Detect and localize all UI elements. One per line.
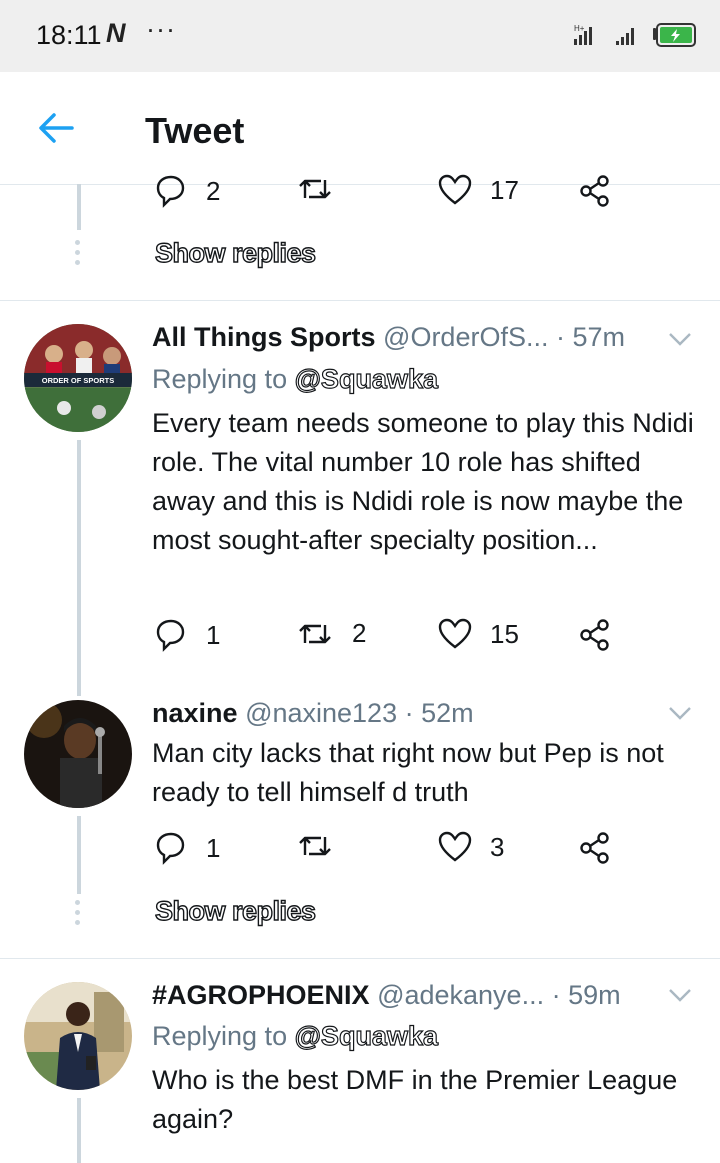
display-name[interactable]: naxine (152, 698, 238, 728)
status-time: 18:11 (36, 20, 102, 50)
display-name[interactable]: #AGROPHOENIX (152, 980, 370, 1010)
share-icon (580, 832, 609, 864)
reply-count: 1 (206, 619, 221, 650)
retweet-button[interactable] (296, 831, 352, 861)
divider (0, 958, 720, 959)
tweet-header: #AGROPHOENIX @adekanye... · 59m (152, 980, 621, 1011)
retweet-icon (299, 624, 331, 643)
avatar[interactable] (24, 982, 132, 1090)
retweet-icon (299, 836, 331, 856)
battery-icon (653, 23, 696, 47)
handle[interactable]: @adekanye... (377, 980, 544, 1010)
reply-icon (156, 619, 185, 652)
heart-icon (438, 831, 472, 862)
tweet-header: naxine @naxine123 · 52m (152, 698, 474, 729)
status-indicators: H+ (572, 22, 698, 48)
timestamp: · 52m (404, 698, 474, 728)
divider (0, 300, 720, 301)
avatar[interactable]: ORDER OF SPORTS (24, 324, 132, 432)
retweet-button[interactable]: 2 (296, 618, 366, 649)
retweet-count: 2 (352, 618, 367, 648)
signal-icon: H+ (574, 24, 592, 45)
more-notifications-icon: ··· (146, 14, 176, 44)
replying-prefix: Replying to (152, 364, 288, 394)
thread-line (77, 1098, 81, 1163)
timestamp: · 59m (551, 980, 621, 1010)
arrow-left-icon[interactable] (36, 110, 76, 146)
replying-prefix: Replying to (152, 1021, 288, 1051)
svg-text:H+: H+ (574, 24, 585, 33)
retweet-button[interactable] (296, 174, 352, 204)
tweet-actions: 1 3 (152, 831, 622, 871)
tweet-actions: 1 2 15 (152, 618, 622, 658)
reply-button[interactable]: 1 (152, 618, 220, 652)
reply-count: 2 (206, 175, 221, 206)
page-title: Tweet (145, 110, 245, 151)
reply-button[interactable]: 1 (152, 831, 220, 865)
reply-icon (156, 175, 185, 208)
share-button[interactable] (578, 174, 612, 208)
like-button[interactable]: 17 (438, 174, 519, 206)
signal-2-icon (616, 28, 634, 45)
avatar[interactable] (24, 700, 132, 808)
heart-icon (438, 618, 472, 649)
heart-icon (438, 174, 472, 205)
notification-n-icon: N (106, 18, 126, 48)
replying-to: Replying to @Squawka (152, 363, 439, 395)
share-button[interactable] (578, 618, 612, 652)
timestamp: · 57m (556, 322, 626, 352)
retweet-icon (299, 179, 331, 199)
status-bar: 18:11 N ··· H+ (0, 0, 720, 72)
display-name[interactable]: All Things Sports (152, 322, 376, 352)
reply-count: 1 (206, 832, 221, 863)
chevron-down-icon[interactable] (668, 705, 692, 721)
mention-link[interactable]: @Squawka (294, 363, 439, 394)
reply-button[interactable]: 2 (152, 174, 220, 208)
share-icon (580, 619, 609, 651)
handle[interactable]: @naxine123 (245, 698, 397, 728)
thread-line (77, 184, 81, 230)
app-bar: Tweet (0, 72, 720, 185)
show-replies-link[interactable]: Show replies (154, 237, 316, 269)
handle[interactable]: @OrderOfS... (383, 322, 548, 352)
thread-line (77, 816, 81, 894)
thread-dots (75, 900, 81, 930)
like-count: 15 (490, 618, 519, 649)
tweet-header: All Things Sports @OrderOfS... · 57m (152, 322, 625, 353)
share-button[interactable] (578, 831, 612, 865)
thread-dots (75, 240, 81, 270)
like-count: 17 (490, 174, 519, 205)
reply-icon (156, 832, 185, 865)
like-button[interactable]: 15 (438, 618, 519, 650)
tweet-text: Man city lacks that right now but Pep is… (152, 738, 664, 807)
tweet-text: Every team needs someone to play this Nd… (152, 408, 694, 555)
tweet-actions: 2 17 (152, 174, 622, 214)
tweet-text: Who is the best DMF in the Premier Leagu… (152, 1065, 678, 1134)
show-replies-link[interactable]: Show replies (154, 895, 316, 927)
chevron-down-icon[interactable] (668, 331, 692, 347)
replying-to: Replying to @Squawka (152, 1020, 439, 1052)
share-icon (580, 175, 609, 207)
thread-line (77, 440, 81, 696)
like-count: 3 (490, 831, 505, 862)
avatar-label: ORDER OF SPORTS (42, 376, 115, 385)
mention-link[interactable]: @Squawka (294, 1020, 439, 1051)
chevron-down-icon[interactable] (668, 987, 692, 1003)
like-button[interactable]: 3 (438, 831, 504, 863)
